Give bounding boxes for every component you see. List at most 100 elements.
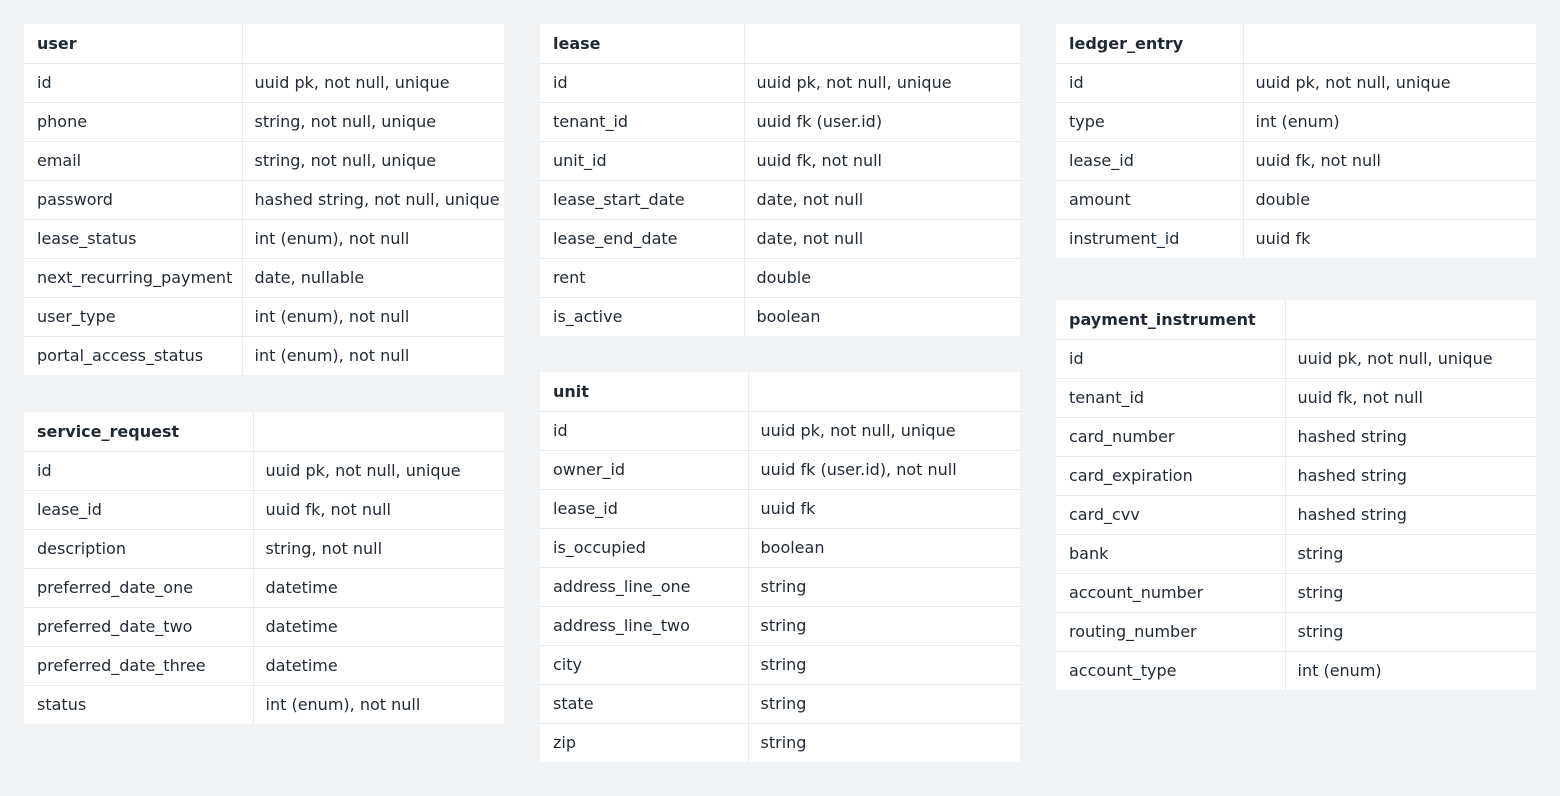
field-name-cell: phone — [24, 102, 243, 142]
field-name-cell: card_expiration — [1056, 456, 1286, 496]
field-name-cell: routing_number — [1056, 612, 1286, 652]
table-row: account_type int (enum) — [1056, 651, 1536, 690]
field-name-cell: instrument_id — [1056, 219, 1244, 258]
table-row: state string — [540, 684, 1020, 724]
table-row: tenant_id uuid fk (user.id) — [540, 102, 1020, 142]
field-name-cell: preferred_date_two — [24, 607, 254, 647]
field-name-cell: city — [540, 645, 749, 685]
payment-instrument-table: payment_instrument id uuid pk, not null, u… — [1056, 300, 1536, 690]
field-name-cell: id — [1056, 63, 1244, 103]
table-header-row: lease — [540, 24, 1020, 64]
table-header-spacer — [744, 24, 1020, 64]
field-name-cell: user_type — [24, 297, 243, 337]
field-name-cell: lease_status — [24, 219, 243, 259]
field-spec-cell: uuid fk (user.id) — [744, 102, 1020, 142]
field-spec-cell: double — [744, 258, 1020, 298]
field-name-cell: zip — [540, 723, 749, 762]
table-row: id uuid pk, not null, unique — [1056, 63, 1536, 103]
table-row: address_line_one string — [540, 567, 1020, 607]
field-name-cell: type — [1056, 102, 1244, 142]
table-row: email string, not null, unique — [24, 141, 504, 181]
table-row: description string, not null — [24, 529, 504, 569]
field-name-cell: next_recurring_payment — [24, 258, 243, 298]
table-row: lease_status int (enum), not null — [24, 219, 504, 259]
table-header-row: unit — [540, 372, 1020, 412]
field-name-cell: preferred_date_three — [24, 646, 254, 686]
field-name-cell: portal_access_status — [24, 336, 243, 375]
table-body: payment_instrument id uuid pk, not null, u… — [1056, 300, 1536, 690]
lease-table: lease id uuid pk, not null, unique tenant_i… — [540, 24, 1020, 336]
table-header-spacer — [748, 372, 1020, 412]
table-body: unit id uuid pk, not null, unique owner_id u… — [540, 372, 1020, 762]
table-row: bank string — [1056, 534, 1536, 574]
table-row: lease_start_date date, not null — [540, 180, 1020, 220]
table-row: is_occupied boolean — [540, 528, 1020, 568]
field-spec-cell: uuid fk — [1255, 229, 1311, 249]
table-row: lease_id uuid fk, not null — [1056, 141, 1536, 181]
field-name-cell: card_cvv — [1056, 495, 1286, 535]
table-row: tenant_id uuid fk, not null — [1056, 378, 1536, 418]
service-request-table: service_request id uuid pk, not null, uniq… — [24, 412, 504, 724]
table-row: phone string, not null, unique — [24, 102, 504, 142]
table-row: card_cvv hashed string — [1056, 495, 1536, 535]
table-row: rent double — [540, 258, 1020, 298]
table-row: account_number string — [1056, 573, 1536, 613]
field-spec-cell: int (enum), not null — [242, 297, 504, 337]
table-row: lease_end_date date, not null — [540, 219, 1020, 259]
user-table: user id uuid pk, not null, unique phone stri… — [24, 24, 504, 375]
table-row: id uuid pk, not null, unique — [540, 63, 1020, 103]
table-row: preferred_date_one datetime — [24, 568, 504, 608]
field-spec-cell: uuid fk (user.id), not null — [748, 450, 1020, 490]
field-name-cell: id — [24, 451, 254, 491]
field-name-cell: state — [540, 684, 749, 724]
table-row: routing_number string — [1056, 612, 1536, 652]
table-row: is_active boolean — [540, 297, 1020, 336]
field-spec-cell: uuid pk, not null, unique — [242, 63, 504, 103]
field-name-cell: card_number — [1056, 417, 1286, 457]
field-spec-cell: hashed string — [1285, 495, 1536, 535]
field-name-cell: lease_id — [24, 490, 254, 530]
field-name-cell: rent — [540, 258, 745, 298]
field-name-cell: status — [24, 685, 254, 724]
table-row: portal_access_status int (enum), not null — [24, 336, 504, 375]
field-spec-cell: uuid fk, not null — [744, 141, 1020, 181]
table-title: unit — [540, 372, 749, 412]
table-row: id uuid pk, not null, unique — [24, 451, 504, 491]
field-name-cell: address_line_two — [540, 606, 749, 646]
field-spec-cell: int (enum), not null — [242, 219, 504, 259]
table-row: user_type int (enum), not null — [24, 297, 504, 337]
table-row: owner_id uuid fk (user.id), not null — [540, 450, 1020, 490]
table-row: next_recurring_payment date, nullable — [24, 258, 504, 298]
table-row: preferred_date_three datetime — [24, 646, 504, 686]
field-spec-cell: uuid pk, not null, unique — [1243, 63, 1536, 103]
table-header-spacer — [1285, 300, 1536, 340]
table-row: lease_id uuid fk, not null — [24, 490, 504, 530]
field-name-cell: id — [540, 63, 745, 103]
field-spec-cell: string — [760, 733, 807, 753]
ledger-entry-table: ledger_entry id uuid pk, not null, unique t… — [1056, 24, 1536, 258]
table-header-row: ledger_entry — [1056, 24, 1536, 64]
field-name-cell: email — [24, 141, 243, 181]
table-row: city string — [540, 645, 1020, 685]
table-header-spacer — [242, 24, 504, 64]
field-name-cell: amount — [1056, 180, 1244, 220]
table-row: card_expiration hashed string — [1056, 456, 1536, 496]
field-spec-cell: hashed string — [1285, 417, 1536, 457]
table-header-row: user — [24, 24, 504, 64]
table-body: ledger_entry id uuid pk, not null, unique t… — [1056, 24, 1536, 258]
table-header-spacer — [1243, 24, 1536, 64]
field-name-cell: account_number — [1056, 573, 1286, 613]
field-spec-cell: string, not null — [253, 529, 504, 569]
table-header-row: payment_instrument — [1056, 300, 1536, 340]
field-spec-cell: int (enum) — [1297, 661, 1382, 681]
field-spec-cell: uuid pk, not null, unique — [748, 411, 1020, 451]
table-row: password hashed string, not null, unique — [24, 180, 504, 220]
field-name-cell: account_type — [1056, 651, 1286, 690]
field-name-cell: bank — [1056, 534, 1286, 574]
field-name-cell: lease_id — [540, 489, 749, 529]
field-name-cell: lease_start_date — [540, 180, 745, 220]
table-title: user — [24, 24, 243, 64]
field-spec-cell: date, not null — [744, 180, 1020, 220]
field-spec-cell: datetime — [253, 607, 504, 647]
table-title: ledger_entry — [1056, 24, 1244, 64]
